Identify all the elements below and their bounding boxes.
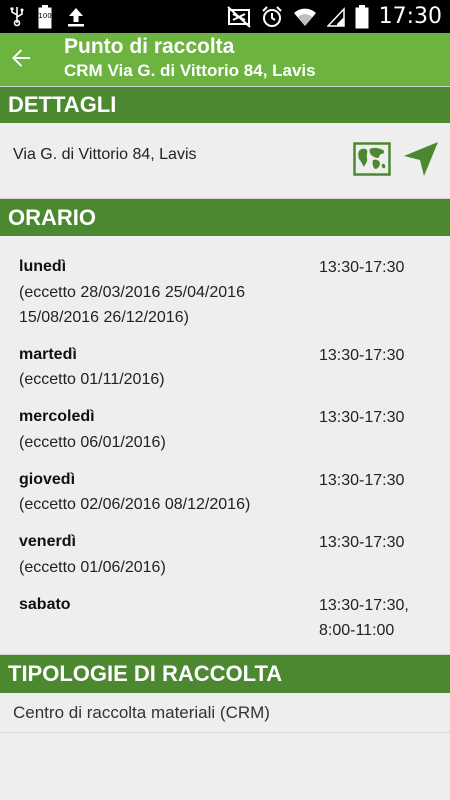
details-header: DETTAGLI	[0, 86, 450, 123]
page-title: Punto di raccolta	[64, 35, 235, 58]
day-exceptions: (eccetto 01/11/2016)	[19, 371, 165, 388]
day-hours: 13:30-17:30	[319, 409, 405, 426]
navigation-arrow-icon	[404, 142, 438, 176]
battery-icon	[355, 4, 369, 29]
day-hours: 13:30-17:30, 8:00-11:00	[319, 597, 409, 639]
arrow-back-icon	[12, 49, 30, 67]
day-exceptions: (eccetto 02/06/2016 08/12/2016)	[19, 496, 251, 513]
wifi-icon	[293, 7, 317, 27]
map-icon	[353, 142, 391, 176]
list-item-label: Centro di raccolta materiali (CRM)	[13, 703, 270, 722]
list-item[interactable]: Centro di raccolta materiali (CRM)	[0, 695, 450, 733]
day-hours: 13:30-17:30	[319, 472, 405, 489]
page-subtitle: CRM Via G. di Vittorio 84, Lavis	[64, 61, 316, 80]
usb-icon	[10, 6, 24, 28]
mute-icon	[226, 5, 251, 28]
schedule-header: ORARIO	[0, 198, 450, 236]
alarm-icon	[261, 5, 283, 28]
day-label: venerdì	[19, 533, 76, 550]
clock: 17:30	[378, 4, 442, 29]
app-bar: Punto di raccolta CRM Via G. di Vittorio…	[0, 33, 450, 86]
day-hours: 13:30-17:30	[319, 347, 405, 364]
day-label: martedì	[19, 346, 77, 363]
signal-icon	[326, 6, 345, 27]
day-exceptions: (eccetto 01/06/2016)	[19, 559, 166, 576]
day-label: sabato	[19, 596, 71, 613]
back-button[interactable]	[6, 43, 36, 73]
day-label: mercoledì	[19, 408, 95, 425]
battery-percent-label: 100	[38, 11, 52, 20]
day-hours: 13:30-17:30	[319, 259, 405, 276]
day-label: giovedì	[19, 471, 76, 488]
address-text: Via G. di Vittorio 84, Lavis	[13, 146, 197, 163]
day-label: lunedì	[19, 258, 67, 275]
day-hours: 13:30-17:30	[319, 534, 405, 551]
status-bar: 100 17:30	[0, 0, 450, 33]
day-exceptions: (eccetto 06/01/2016)	[19, 434, 166, 451]
battery-full-icon: 100	[38, 4, 52, 29]
day-exceptions: (eccetto 28/03/2016 25/04/2016 15/08/201…	[19, 284, 245, 326]
navigate-button[interactable]	[403, 141, 439, 177]
map-button[interactable]	[353, 142, 391, 176]
upload-icon	[66, 6, 86, 28]
types-header: TIPOLOGIE DI RACCOLTA	[0, 654, 450, 693]
